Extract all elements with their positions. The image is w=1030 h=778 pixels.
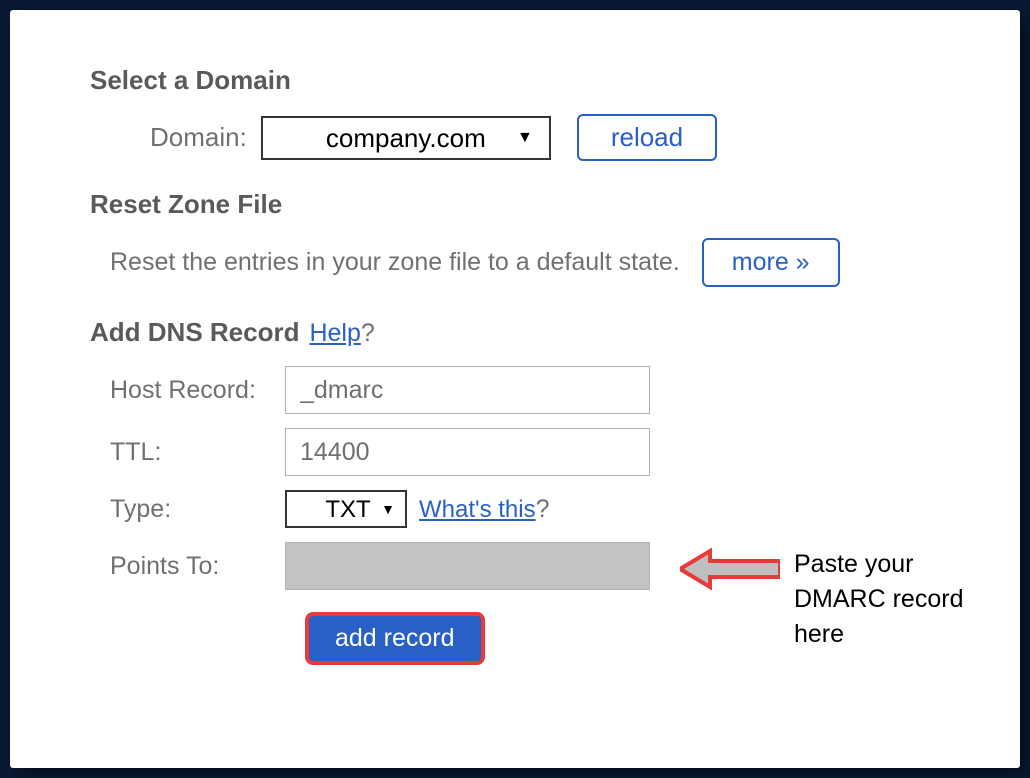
add-dns-heading: Add DNS Record xyxy=(90,317,299,348)
dns-panel: Select a Domain Domain: company.com relo… xyxy=(10,10,1020,768)
help-wrap: Help? xyxy=(309,319,374,348)
host-record-row: Host Record: xyxy=(110,366,950,414)
reset-row: Reset the entries in your zone file to a… xyxy=(110,238,950,287)
reset-zone-heading: Reset Zone File xyxy=(90,189,950,220)
type-row: Type: TXT What's this? xyxy=(110,490,950,528)
annotation-text: Paste your DMARC record here xyxy=(794,547,964,652)
host-record-input[interactable] xyxy=(285,366,650,414)
ttl-input[interactable] xyxy=(285,428,650,476)
reset-text: Reset the entries in your zone file to a… xyxy=(110,248,680,277)
points-to-label: Points To: xyxy=(110,552,285,581)
ttl-label: TTL: xyxy=(110,438,285,467)
add-record-button[interactable]: add record xyxy=(305,612,485,665)
arrow-left-icon xyxy=(680,547,780,591)
select-domain-section: Select a Domain Domain: company.com relo… xyxy=(90,65,950,161)
whats-this-q: ? xyxy=(536,495,550,523)
select-domain-heading: Select a Domain xyxy=(90,65,950,96)
type-select[interactable]: TXT xyxy=(285,490,407,528)
reset-zone-section: Reset Zone File Reset the entries in you… xyxy=(90,189,950,287)
points-to-input[interactable] xyxy=(285,542,650,590)
more-button[interactable]: more » xyxy=(702,238,840,287)
domain-row: Domain: company.com reload xyxy=(150,114,950,161)
ttl-row: TTL: xyxy=(110,428,950,476)
add-dns-heading-row: Add DNS Record Help? xyxy=(90,317,950,348)
type-select-wrap: TXT xyxy=(285,490,407,528)
domain-select-wrap: company.com xyxy=(261,116,551,160)
type-label: Type: xyxy=(110,495,285,524)
reload-button[interactable]: reload xyxy=(577,114,717,161)
help-link[interactable]: Help xyxy=(309,319,360,347)
whats-this-wrap: What's this? xyxy=(407,495,550,524)
help-q: ? xyxy=(361,319,375,347)
annotation: Paste your DMARC record here xyxy=(680,547,964,652)
host-record-label: Host Record: xyxy=(110,376,285,405)
domain-label: Domain: xyxy=(150,122,247,153)
domain-select[interactable]: company.com xyxy=(261,116,551,160)
whats-this-link[interactable]: What's this xyxy=(419,496,536,523)
